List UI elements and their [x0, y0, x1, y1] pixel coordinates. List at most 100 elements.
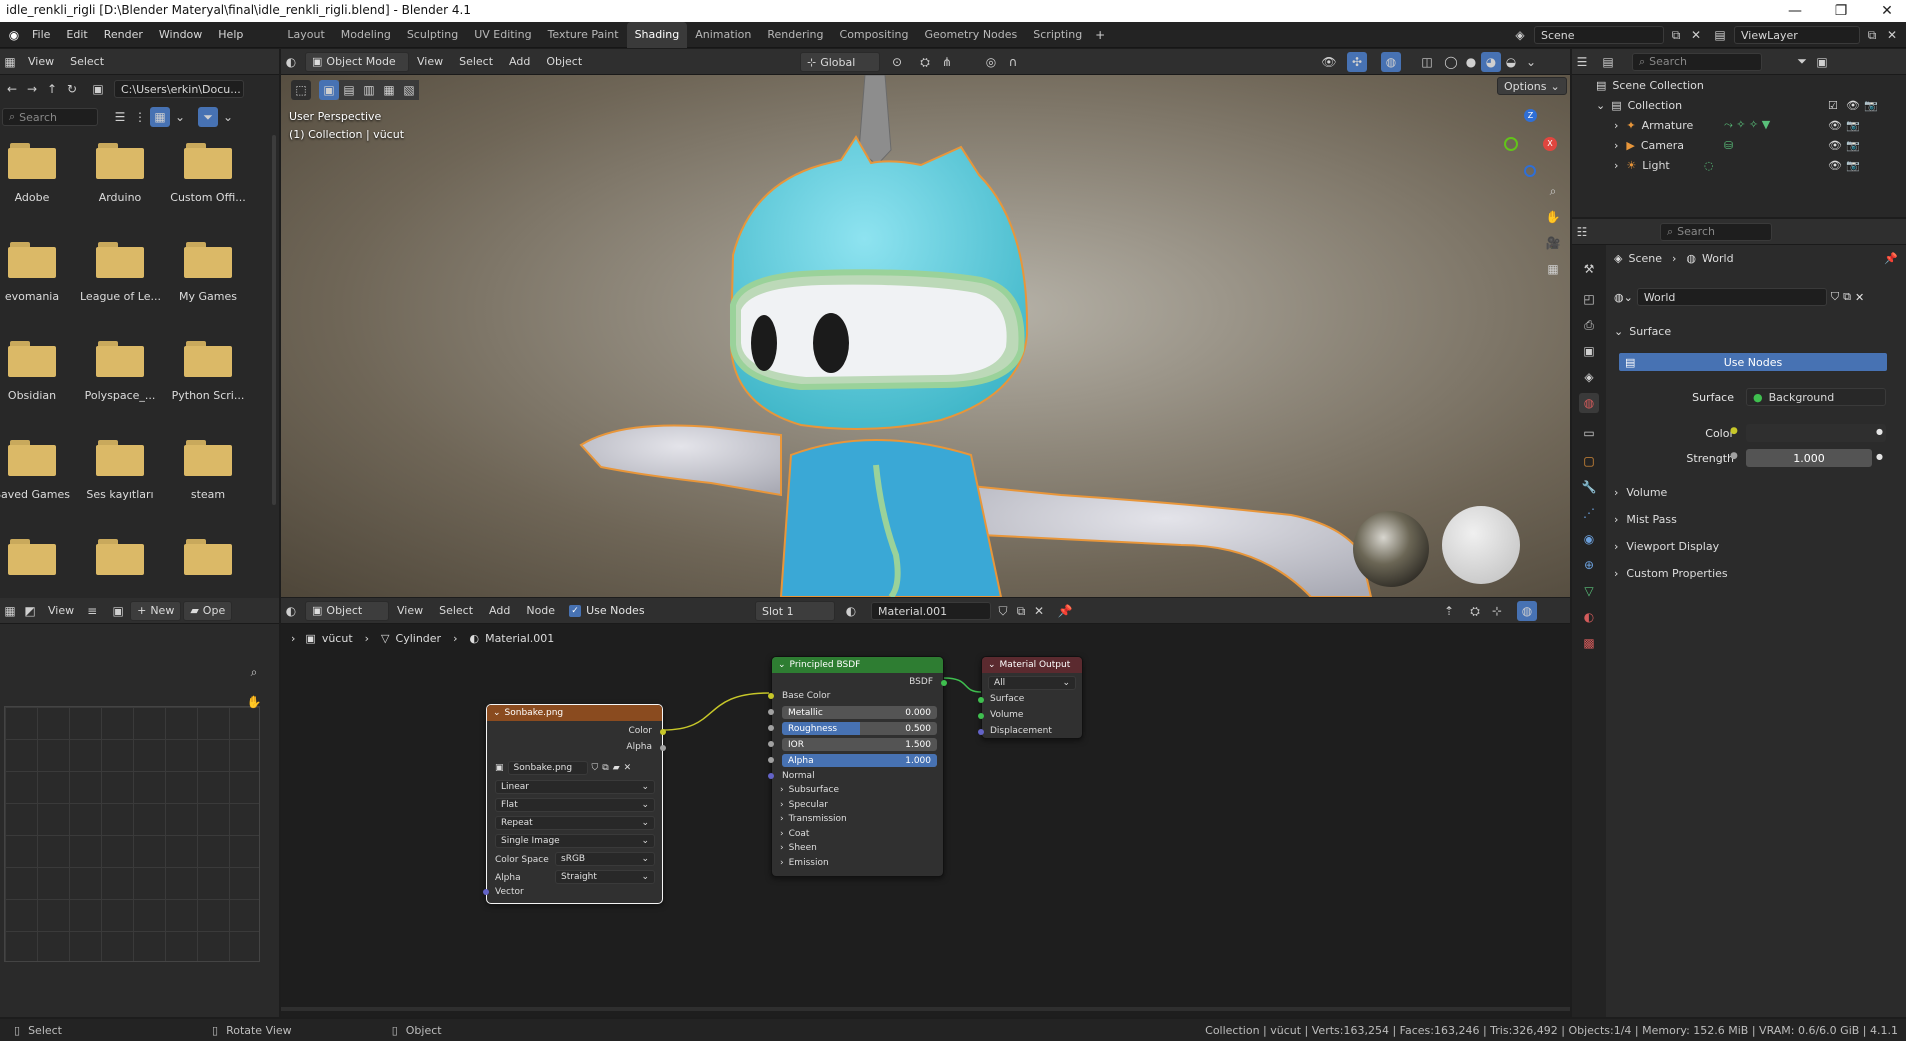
- image-mode-icon[interactable]: ◩: [20, 601, 40, 621]
- bsdf-panel-specular[interactable]: › Specular: [780, 800, 828, 810]
- snap-icon[interactable]: ⛭: [1465, 601, 1485, 621]
- restore-button[interactable]: ❐: [1818, 0, 1864, 22]
- image-alpha-socket[interactable]: [660, 745, 666, 751]
- folder-item[interactable]: Obsidian: [0, 341, 72, 402]
- folder-item[interactable]: Polyspace_...: [80, 341, 160, 402]
- properties-section-custom-properties[interactable]: › Custom Properties: [1614, 562, 1896, 584]
- bsdf-panel-emission[interactable]: › Emission: [780, 858, 829, 868]
- image-node-header[interactable]: ⌄ Sonbake.png: [487, 705, 662, 721]
- image-editor-canvas[interactable]: ⌕ ✋: [0, 624, 279, 1017]
- pin-icon[interactable]: 📌: [1884, 252, 1898, 265]
- parent-dir-icon[interactable]: ↑: [42, 79, 62, 99]
- eye-icon[interactable]: 👁: [1828, 139, 1842, 152]
- scene-name-field[interactable]: Scene: [1534, 26, 1664, 44]
- menu-file[interactable]: File: [24, 22, 58, 48]
- hamburger-menu-icon[interactable]: ≡: [82, 601, 102, 621]
- world-name-field[interactable]: World: [1636, 288, 1827, 306]
- shader-type-dropdown[interactable]: ▣ Object: [305, 600, 389, 621]
- material-tab-icon[interactable]: ◐: [1579, 607, 1599, 627]
- chevron-right-icon[interactable]: ›: [1614, 119, 1618, 132]
- normal-socket[interactable]: [768, 773, 774, 779]
- displacement-input-socket[interactable]: [978, 729, 984, 735]
- vector-input-socket[interactable]: [483, 889, 489, 895]
- eye-icon[interactable]: 👁: [1828, 159, 1842, 172]
- delete-viewlayer-icon[interactable]: ✕: [1882, 25, 1902, 45]
- back-icon[interactable]: ←: [2, 79, 22, 99]
- horizontal-list-icon[interactable]: ⋮: [130, 107, 150, 127]
- new-image-button[interactable]: + New: [130, 600, 182, 621]
- bsdf-node-header[interactable]: ⌄ Principled BSDF: [772, 657, 943, 673]
- image-browse-icon[interactable]: ▣: [108, 601, 128, 621]
- minimize-button[interactable]: —: [1772, 0, 1818, 22]
- node-menu-node[interactable]: Node: [518, 598, 563, 624]
- file-search-input[interactable]: ⌕ Search: [2, 108, 98, 126]
- display-mode-icon[interactable]: ▤: [1598, 52, 1618, 72]
- interpolation-dropdown[interactable]: Linear ⌄: [495, 780, 655, 794]
- node-menu-select[interactable]: Select: [431, 598, 481, 624]
- use-nodes-checkbox[interactable]: ✓ Use Nodes: [569, 604, 645, 617]
- tab-scripting[interactable]: Scripting: [1025, 22, 1090, 48]
- eye-icon[interactable]: 👁: [1828, 119, 1842, 132]
- metallic-slider[interactable]: Metallic 0.000: [782, 706, 937, 719]
- object-tab-icon[interactable]: ▢: [1579, 451, 1599, 471]
- ior-socket[interactable]: [768, 741, 774, 747]
- bsdf-panel-subsurface[interactable]: › Subsurface: [780, 785, 839, 795]
- delete-scene-icon[interactable]: ✕: [1686, 25, 1706, 45]
- bsdf-panel-transmission[interactable]: › Transmission: [780, 814, 847, 824]
- falloff-icon[interactable]: ∩: [1003, 52, 1023, 72]
- view-layer-tab-icon[interactable]: ▣: [1579, 341, 1599, 361]
- pin-icon[interactable]: 📌: [1055, 601, 1075, 621]
- tool-tab-icon[interactable]: ⚒: [1579, 259, 1599, 279]
- tab-modeling[interactable]: Modeling: [333, 22, 399, 48]
- open-image-folder-icon[interactable]: ▰: [613, 763, 620, 773]
- viewport-3d[interactable]: ⬚ ▣ ▤ ▥ ▦ ▧ User Perspective (1) Collect…: [281, 75, 1570, 597]
- unlink-world-icon[interactable]: ✕: [1855, 291, 1864, 304]
- alpha-mode-dropdown[interactable]: Straight ⌄: [555, 870, 655, 884]
- physics-tab-icon[interactable]: ◉: [1579, 529, 1599, 549]
- roughness-slider[interactable]: Roughness 0.500: [782, 722, 937, 735]
- shading-options-icon[interactable]: ⌄: [1521, 52, 1541, 72]
- duplicate-world-icon[interactable]: ⧉: [1843, 290, 1851, 304]
- perspective-toggle-icon[interactable]: ▦: [1543, 259, 1563, 279]
- gizmo-x-axis[interactable]: X: [1543, 137, 1557, 151]
- image-color-socket[interactable]: [660, 729, 666, 735]
- world-color-swatch[interactable]: [1746, 424, 1886, 442]
- tab-compositing[interactable]: Compositing: [832, 22, 917, 48]
- modifier-tab-icon[interactable]: 🔧: [1579, 477, 1599, 497]
- editor-type-icon[interactable]: ▦: [0, 52, 20, 72]
- menu-render[interactable]: Render: [96, 22, 151, 48]
- folder-item[interactable]: League of Le...: [80, 242, 161, 303]
- object-mode-dropdown[interactable]: ▣ Object Mode: [305, 51, 409, 72]
- unlink-material-icon[interactable]: ✕: [1029, 601, 1049, 621]
- folder-item[interactable]: steam: [168, 440, 248, 501]
- roughness-socket[interactable]: [768, 725, 774, 731]
- material-name-field[interactable]: Material.001: [871, 602, 991, 620]
- eye-icon[interactable]: 👁: [1846, 99, 1860, 112]
- folder-item[interactable]: Saved Games: [0, 440, 72, 501]
- add-workspace-icon[interactable]: +: [1090, 25, 1110, 45]
- camera-view-icon[interactable]: 🎥: [1543, 233, 1563, 253]
- new-folder-icon[interactable]: ▣: [88, 79, 108, 99]
- fake-user-shield-icon[interactable]: ⛉: [1831, 290, 1839, 304]
- output-tab-icon[interactable]: ⎙: [1579, 315, 1599, 335]
- folder-item[interactable]: Adobe: [0, 143, 72, 204]
- folder-item[interactable]: Python Scri...: [168, 341, 248, 402]
- gizmo-z-axis[interactable]: Z: [1524, 109, 1537, 122]
- properties-section-volume[interactable]: › Volume: [1614, 481, 1896, 503]
- close-window-button[interactable]: ✕: [1864, 0, 1906, 22]
- node-editor-scrollbar[interactable]: [281, 1007, 1570, 1011]
- duplicate-image-icon[interactable]: ⧉: [602, 763, 608, 773]
- material-browse-icon[interactable]: ◐: [841, 601, 861, 621]
- outliner-item-armature[interactable]: › ✦ Armature ⤳ ✧ ✧ ▼ 👁 📷: [1614, 115, 1906, 135]
- folder-item[interactable]: Arduino: [80, 143, 160, 204]
- chevron-right-icon[interactable]: ›: [1614, 159, 1618, 172]
- outliner-item-camera[interactable]: › ▶ Camera ⛁ 👁 📷: [1614, 135, 1906, 155]
- include-checkbox[interactable]: ☑: [1828, 99, 1838, 112]
- outliner-search-input[interactable]: ⌕ Search: [1632, 52, 1762, 71]
- filter-icon[interactable]: ⏷: [198, 107, 218, 127]
- path-field[interactable]: C:\Users\erkin\Docu...: [114, 80, 244, 98]
- particles-tab-icon[interactable]: ⋰: [1579, 503, 1599, 523]
- material-preview-shading-icon[interactable]: ◕: [1481, 52, 1501, 72]
- tab-layout[interactable]: Layout: [279, 22, 332, 48]
- tab-rendering[interactable]: Rendering: [759, 22, 831, 48]
